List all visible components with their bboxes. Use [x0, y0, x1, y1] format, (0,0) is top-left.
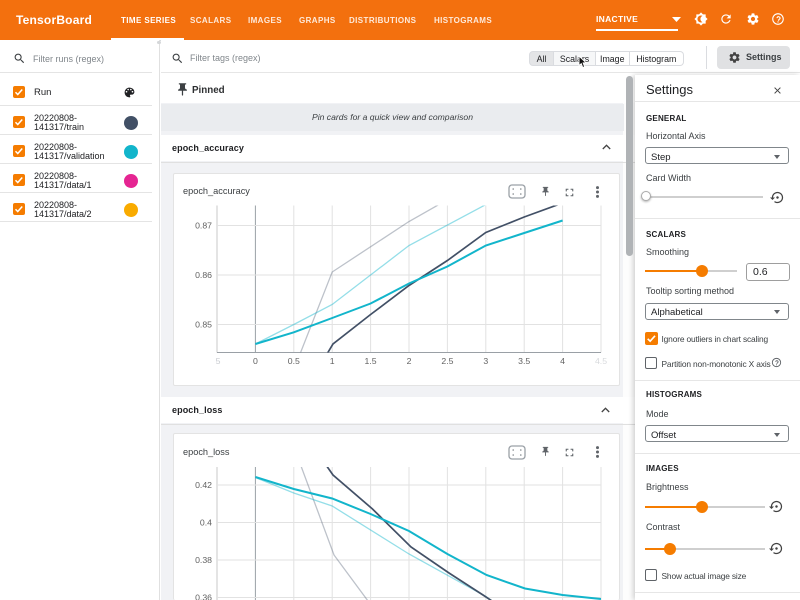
svg-text:5: 5: [216, 356, 221, 366]
svg-text:0.86: 0.86: [195, 270, 212, 280]
svg-text:1: 1: [330, 356, 335, 366]
svg-text:0: 0: [253, 356, 258, 366]
svg-text:4: 4: [560, 356, 565, 366]
svg-text:2: 2: [407, 356, 412, 366]
svg-text:2.5: 2.5: [441, 356, 453, 366]
svg-text:3: 3: [483, 356, 488, 366]
svg-text:0.38: 0.38: [195, 555, 212, 565]
svg-text:0.42: 0.42: [195, 480, 212, 490]
svg-text:0.85: 0.85: [195, 319, 212, 329]
svg-text:1.5: 1.5: [365, 356, 377, 366]
svg-text:4.5: 4.5: [595, 356, 607, 366]
svg-text:0.87: 0.87: [195, 220, 212, 230]
svg-text:0.5: 0.5: [288, 356, 300, 366]
svg-text:3.5: 3.5: [518, 356, 530, 366]
svg-text:0.36: 0.36: [195, 593, 212, 600]
svg-text:0.4: 0.4: [200, 518, 212, 528]
